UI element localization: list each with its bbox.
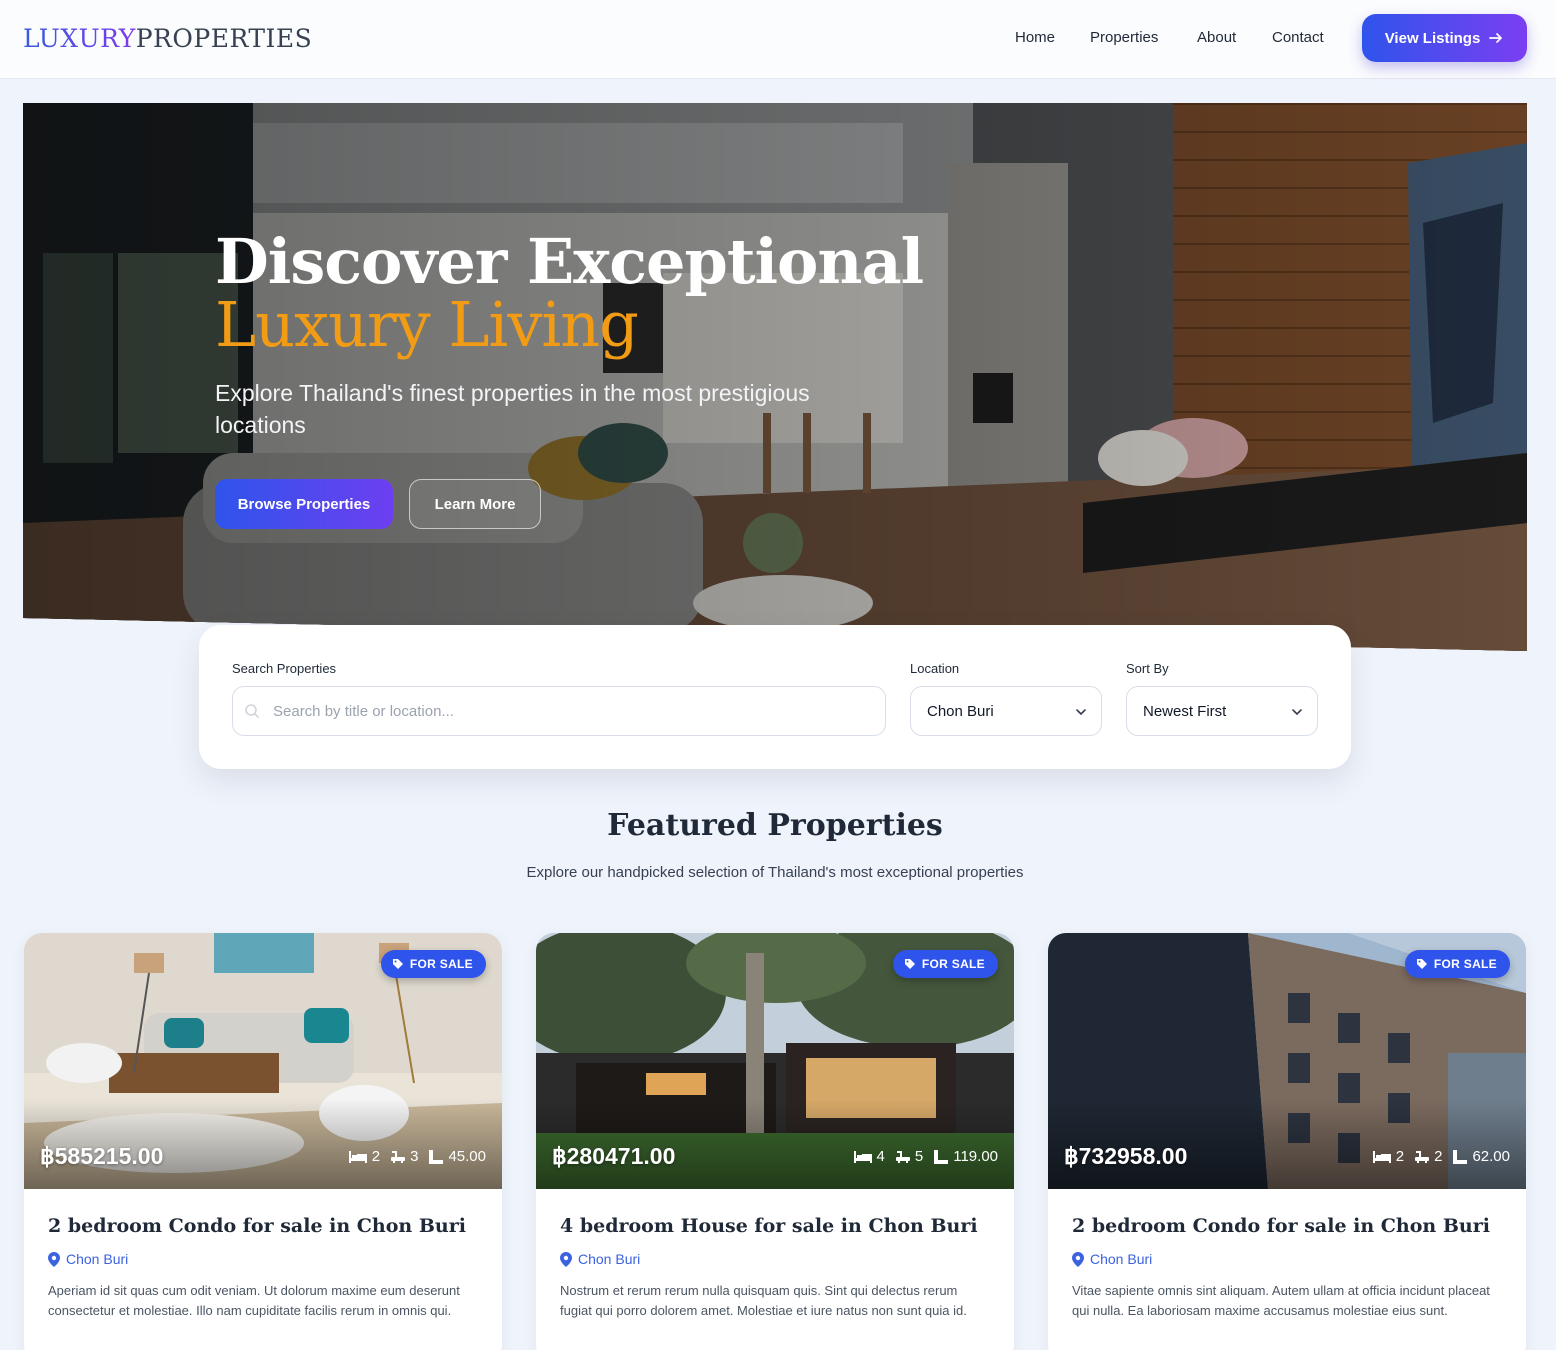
top-navbar: LUXURYPROPERTIES Home Properties About C…	[0, 0, 1556, 79]
nav-link-home[interactable]: Home	[1015, 29, 1055, 46]
map-pin-icon	[1072, 1251, 1084, 1267]
status-badge-label: FOR SALE	[1433, 957, 1497, 971]
hero-subtitle: Explore Thailand's finest properties in …	[215, 380, 810, 438]
chevron-down-icon	[1076, 709, 1086, 715]
area-spec: 45.00	[428, 1148, 486, 1165]
nav-link-about[interactable]: About	[1197, 29, 1236, 46]
location-select[interactable]: Chon Buri	[910, 686, 1102, 736]
location-label: Location	[910, 661, 960, 676]
property-location-text: Chon Buri	[66, 1251, 129, 1267]
property-price: ฿732958.00	[1064, 1143, 1188, 1169]
property-description: Nostrum et rerum rerum nulla quisquam qu…	[560, 1283, 967, 1318]
view-listings-button[interactable]: View Listings	[1362, 14, 1527, 62]
map-pin-icon	[48, 1251, 60, 1267]
area-spec: 62.00	[1452, 1148, 1510, 1165]
property-specs: 4 5 119.00	[853, 1148, 998, 1165]
area-spec: 119.00	[933, 1148, 998, 1165]
brand-logo[interactable]: LUXURYPROPERTIES	[23, 24, 312, 53]
property-image: FOR SALE ฿732958.00 2 2 62.00	[1048, 933, 1526, 1189]
featured-title: Featured Properties	[607, 808, 943, 843]
bathrooms-count: 2	[1434, 1148, 1443, 1165]
arrow-right-icon	[1489, 33, 1503, 43]
property-price: ฿280471.00	[552, 1143, 676, 1169]
bath-icon	[391, 1150, 406, 1163]
status-badge: FOR SALE	[892, 950, 998, 978]
search-label: Search Properties	[232, 661, 337, 676]
tag-icon	[1416, 959, 1427, 969]
property-location-text: Chon Buri	[1090, 1251, 1153, 1267]
area-value: 119.00	[953, 1148, 998, 1165]
property-card[interactable]: FOR SALE ฿280471.00 4 5 119.00 4 bedroom…	[536, 933, 1014, 1350]
hero-banner: Discover Exceptional Luxury Living Explo…	[23, 103, 1527, 651]
bathrooms-spec: 5	[895, 1148, 923, 1165]
status-badge-label: FOR SALE	[409, 957, 473, 971]
sort-label: Sort By	[1126, 661, 1169, 676]
search-panel: Search Properties Location Chon Buri Sor…	[199, 625, 1351, 769]
view-listings-label: View Listings	[1384, 29, 1481, 47]
bathrooms-spec: 3	[390, 1148, 418, 1165]
browse-properties-button[interactable]: Browse Properties	[215, 479, 393, 529]
hero-title: Discover Exceptional	[215, 225, 924, 298]
bed-icon	[1372, 1150, 1391, 1163]
ruler-icon	[1453, 1149, 1468, 1164]
status-badge: FOR SALE	[380, 950, 486, 978]
map-pin-icon	[560, 1251, 572, 1267]
property-specs: 2 2 62.00	[1372, 1148, 1510, 1165]
property-description: Vitae sapiente omnis sint aliquam. Autem…	[1072, 1283, 1490, 1318]
property-title[interactable]: 2 bedroom Condo for sale in Chon Buri	[48, 1215, 466, 1237]
logo-accent-text: LUXURY	[23, 24, 136, 53]
status-badge-label: FOR SALE	[921, 957, 985, 971]
logo-rest-text: PROPERTIES	[135, 24, 313, 53]
property-card[interactable]: FOR SALE ฿732958.00 2 2 62.00 2 bedroom …	[1048, 933, 1526, 1350]
bed-icon	[853, 1150, 872, 1163]
bedrooms-count: 4	[876, 1148, 885, 1165]
property-location: Chon Buri	[48, 1251, 128, 1267]
property-location: Chon Buri	[1072, 1251, 1152, 1267]
bath-icon	[895, 1150, 910, 1163]
property-title[interactable]: 4 bedroom House for sale in Chon Buri	[560, 1215, 978, 1237]
area-value: 62.00	[1472, 1148, 1510, 1165]
bed-icon	[348, 1150, 367, 1163]
sort-select[interactable]: Newest First	[1126, 686, 1318, 736]
property-location-text: Chon Buri	[578, 1251, 641, 1267]
hero-title-accent: Luxury Living	[215, 288, 639, 361]
property-price: ฿585215.00	[40, 1143, 164, 1169]
property-card[interactable]: FOR SALE ฿585215.00 2 3 45.00 2 bedroom …	[24, 933, 502, 1350]
property-specs: 2 3 45.00	[348, 1148, 486, 1165]
ruler-icon	[429, 1149, 444, 1164]
bath-icon	[1415, 1150, 1430, 1163]
ruler-icon	[934, 1149, 949, 1164]
property-image: FOR SALE ฿585215.00 2 3 45.00	[24, 933, 502, 1189]
property-title[interactable]: 2 bedroom Condo for sale in Chon Buri	[1072, 1215, 1490, 1237]
search-icon	[245, 704, 259, 718]
search-input[interactable]	[232, 686, 886, 736]
property-location: Chon Buri	[560, 1251, 640, 1267]
location-select-value: Chon Buri	[927, 702, 994, 720]
area-value: 45.00	[448, 1148, 486, 1165]
property-image: FOR SALE ฿280471.00 4 5 119.00	[536, 933, 1014, 1189]
tag-icon	[392, 959, 403, 969]
bedrooms-spec: 2	[348, 1148, 380, 1165]
bedrooms-count: 2	[371, 1148, 381, 1165]
sort-select-value: Newest First	[1143, 702, 1227, 720]
bathrooms-count: 5	[914, 1148, 924, 1165]
featured-subtitle: Explore our handpicked selection of Thai…	[526, 864, 1024, 881]
bedrooms-spec: 4	[853, 1148, 885, 1165]
nav-link-contact[interactable]: Contact	[1272, 29, 1324, 46]
bathrooms-count: 3	[410, 1148, 419, 1165]
chevron-down-icon	[1292, 709, 1302, 715]
bedrooms-count: 2	[1395, 1148, 1405, 1165]
bathrooms-spec: 2	[1414, 1148, 1442, 1165]
status-badge: FOR SALE	[1404, 950, 1510, 978]
property-description: Aperiam id sit quas cum odit veniam. Ut …	[48, 1283, 460, 1318]
nav-link-properties[interactable]: Properties	[1090, 29, 1158, 46]
bedrooms-spec: 2	[1372, 1148, 1404, 1165]
learn-more-button[interactable]: Learn More	[409, 479, 541, 529]
tag-icon	[904, 959, 915, 969]
